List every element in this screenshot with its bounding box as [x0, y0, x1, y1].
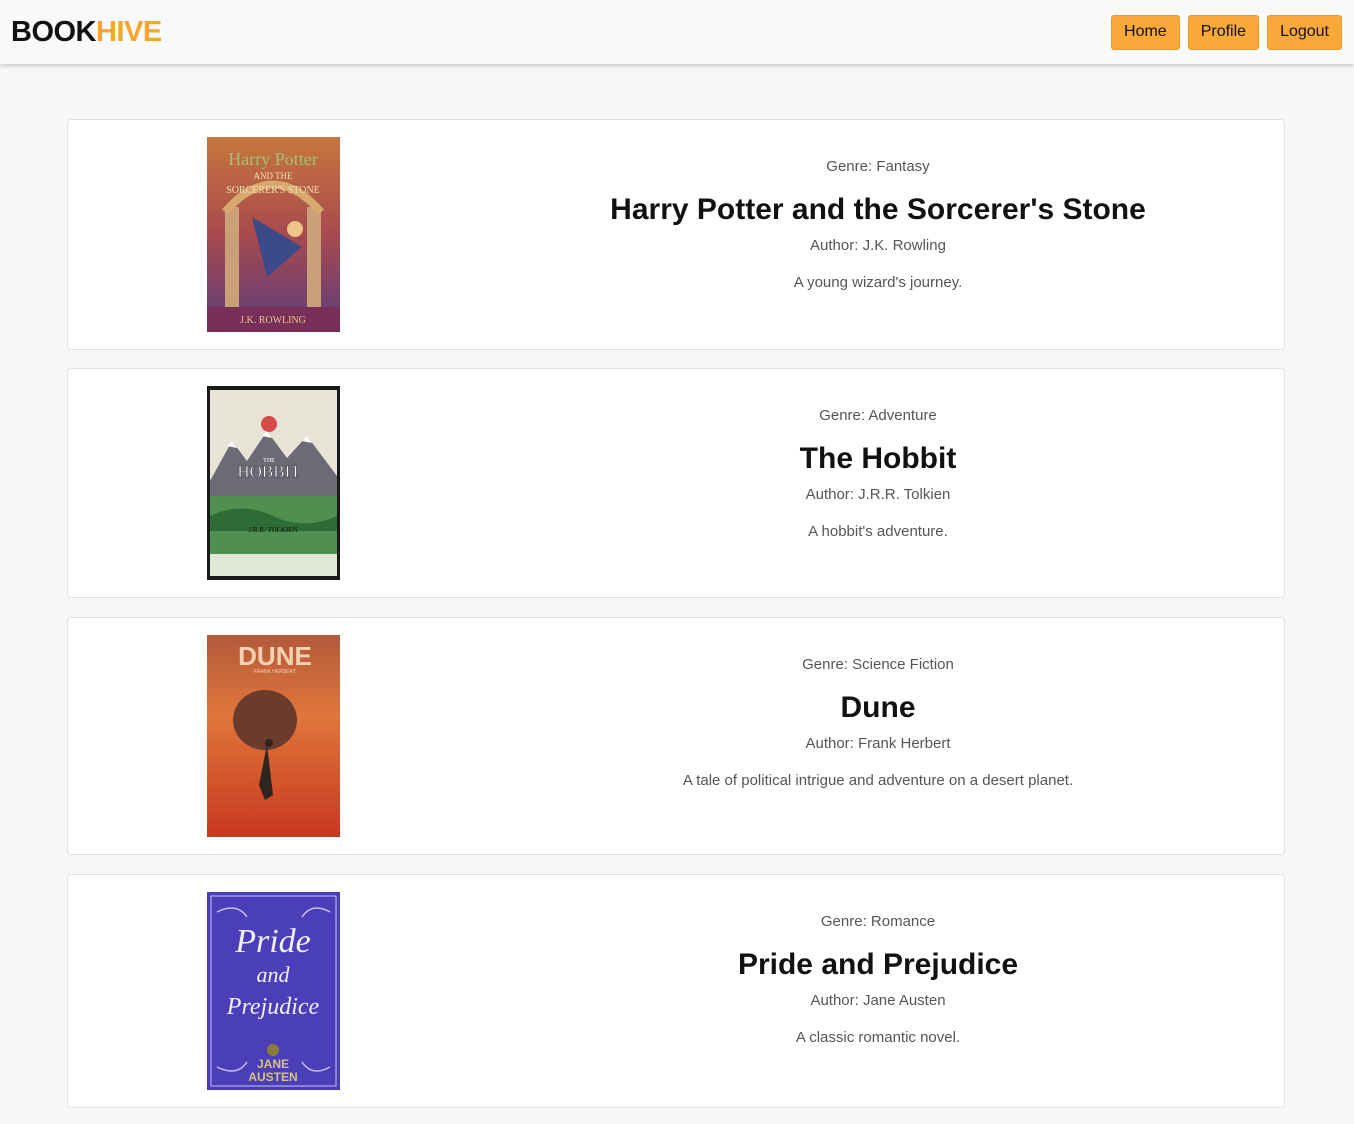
- book-title[interactable]: Dune: [488, 691, 1268, 725]
- cover-author: J.R.R. TOLKIEN: [248, 526, 297, 534]
- book-genre: Genre: Romance: [820, 913, 936, 930]
- book-card[interactable]: THE HOBBIT J.R.R. TOLKIEN Genre: Adventu…: [67, 368, 1285, 598]
- book-genre: Genre: Science Fiction: [802, 656, 954, 673]
- logo-text-book: BOOK: [11, 15, 97, 48]
- top-navbar: BOOK HIVE Home Profile Logout: [0, 0, 1354, 64]
- cover-title-line3: SORCERER'S STONE: [226, 185, 320, 196]
- book-description: A tale of political intrigue and adventu…: [682, 772, 1074, 789]
- home-button[interactable]: Home: [1111, 14, 1180, 50]
- book-description: A hobbit's adventure.: [808, 523, 948, 540]
- book-info: Genre: Romance Pride and Prejudice Autho…: [488, 913, 1268, 1046]
- book-cover-image: Harry Potter AND THE SORCERER'S STONE J.…: [207, 137, 340, 332]
- logout-button[interactable]: Logout: [1267, 14, 1342, 50]
- book-genre: Genre: Adventure: [819, 407, 937, 424]
- book-author: Author: Jane Austen: [810, 992, 946, 1009]
- brand-logo[interactable]: BOOK HIVE: [11, 16, 162, 49]
- cover-title-line1: DUNE: [238, 641, 312, 671]
- cover-author: FRANK HERBERT: [254, 669, 296, 675]
- cover-title-line2: AND THE: [253, 171, 293, 181]
- profile-button[interactable]: Profile: [1187, 14, 1260, 50]
- cover-author: J.K. ROWLING: [240, 315, 306, 326]
- cover-title-line2: and: [257, 962, 291, 987]
- book-info: Genre: Fantasy Harry Potter and the Sorc…: [488, 158, 1268, 291]
- book-genre: Genre: Fantasy: [826, 158, 930, 175]
- book-cover-image: THE HOBBIT J.R.R. TOLKIEN: [207, 386, 340, 580]
- book-card[interactable]: Harry Potter AND THE SORCERER'S STONE J.…: [67, 119, 1285, 350]
- cover-author-first: JANE: [257, 1057, 289, 1071]
- book-title[interactable]: Pride and Prejudice: [488, 948, 1268, 982]
- book-info: Genre: Science Fiction Dune Author: Fran…: [488, 656, 1268, 789]
- book-title[interactable]: The Hobbit: [488, 442, 1268, 476]
- cover-author-last: AUSTEN: [248, 1070, 297, 1084]
- book-description: A young wizard's journey.: [793, 274, 963, 291]
- nav-buttons: Home Profile Logout: [1111, 14, 1342, 50]
- cover-title-line1: Pride: [234, 923, 311, 960]
- cover-title-line1: Harry Potter: [228, 149, 317, 169]
- book-info: Genre: Adventure The Hobbit Author: J.R.…: [488, 407, 1268, 540]
- book-author: Author: J.R.R. Tolkien: [805, 486, 951, 503]
- cover-title-line2: HOBBIT: [237, 462, 301, 481]
- logo-text-hive: HIVE: [96, 15, 162, 48]
- book-title[interactable]: Harry Potter and the Sorcerer's Stone: [488, 193, 1268, 227]
- book-card[interactable]: Pride and Prejudice JANE AUSTEN Genre: R…: [67, 874, 1285, 1108]
- book-cover-image: Pride and Prejudice JANE AUSTEN: [207, 892, 340, 1090]
- book-description: A classic romantic novel.: [795, 1029, 961, 1046]
- book-author: Author: Frank Herbert: [805, 735, 951, 752]
- book-cover-image: DUNE FRANK HERBERT: [207, 635, 340, 837]
- book-author: Author: J.K. Rowling: [810, 237, 946, 254]
- cover-title-line3: Prejudice: [226, 994, 320, 1020]
- book-card[interactable]: DUNE FRANK HERBERT Genre: Science Fictio…: [67, 617, 1285, 855]
